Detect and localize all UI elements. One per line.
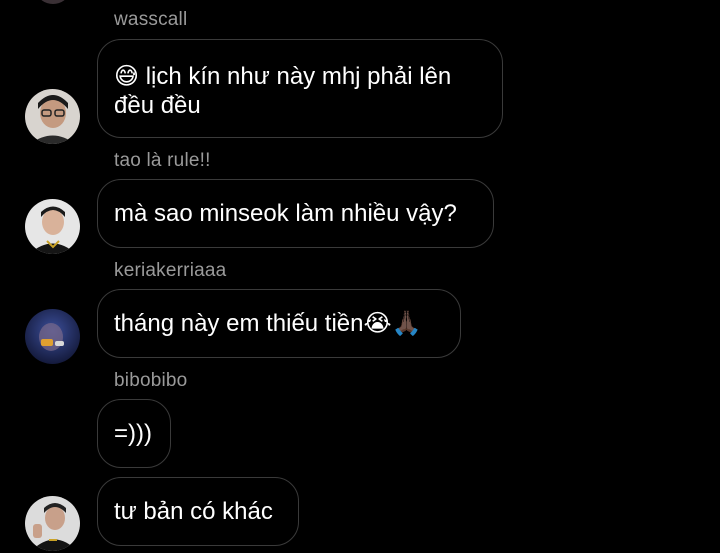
message-text-3: tháng này em thiếu tiền😭🙏🏿 xyxy=(114,310,422,337)
user-avatar-icon xyxy=(25,309,80,364)
avatar-keriakerriaaa[interactable] xyxy=(25,309,80,364)
message-bubble-1[interactable]: 😅 lịch kín như này mhj phải lên đều đều xyxy=(97,39,503,138)
previous-message-avatar[interactable] xyxy=(38,0,68,4)
message-bubble-2[interactable]: mà sao minseok làm nhiều vậy? xyxy=(97,179,494,248)
message-text-5: tư bản có khác xyxy=(114,498,273,525)
message-text-4: =))) xyxy=(114,420,152,447)
message-bubble-3[interactable]: tháng này em thiếu tiền😭🙏🏿 xyxy=(97,289,461,358)
sender-name-wasscall[interactable]: wasscall xyxy=(114,9,187,31)
message-bubble-4[interactable]: =))) xyxy=(97,399,171,468)
user-avatar-icon xyxy=(25,496,80,551)
user-avatar-icon xyxy=(25,89,80,144)
sender-name-tao-la-rule[interactable]: tao là rule!! xyxy=(114,150,211,172)
avatar-wasscall[interactable] xyxy=(25,89,80,144)
message-text-2: mà sao minseok làm nhiều vậy? xyxy=(114,200,457,227)
user-avatar-icon xyxy=(25,199,80,254)
message-text-1: 😅 lịch kín như này mhj phải lên đều đều xyxy=(114,63,452,119)
avatar-tao-la-rule[interactable] xyxy=(25,199,80,254)
message-bubble-5[interactable]: tư bản có khác xyxy=(97,477,299,546)
avatar-bibobibo[interactable] xyxy=(25,496,80,551)
sender-name-keriakerriaaa[interactable]: keriakerriaaa xyxy=(114,260,226,282)
sender-name-bibobibo[interactable]: bibobibo xyxy=(114,370,187,392)
